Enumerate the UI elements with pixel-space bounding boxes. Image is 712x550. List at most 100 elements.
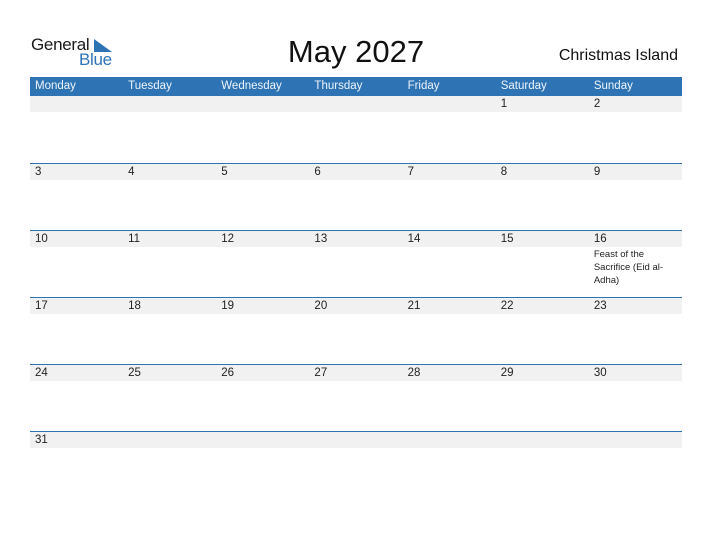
day-cell: 8 xyxy=(496,164,589,230)
day-cell: 17 xyxy=(30,298,123,364)
day-number: 13 xyxy=(314,233,328,245)
day-number: 2 xyxy=(593,98,601,110)
day-number: 21 xyxy=(407,300,421,312)
day-cell: 10 xyxy=(30,231,123,297)
day-number: 9 xyxy=(593,166,601,178)
day-cell: 16 Feast of the Sacrifice (Eid al-Adha) xyxy=(589,231,682,297)
day-number xyxy=(128,96,216,112)
month-calendar: Monday Tuesday Wednesday Thursday Friday… xyxy=(30,77,682,448)
day-cell: 29 xyxy=(496,365,589,431)
day-cell: 30 xyxy=(589,365,682,431)
day-number: 18 xyxy=(128,300,141,312)
week-row: 17 18 19 20 21 22 23 xyxy=(30,297,682,364)
day-number: 25 xyxy=(128,367,141,379)
day-cell: 11 xyxy=(123,231,216,297)
day-cell: 6 xyxy=(309,164,402,230)
day-cell: 2 xyxy=(589,96,682,163)
day-cell: 27 xyxy=(309,365,402,431)
day-cell: 31 xyxy=(30,432,123,447)
weekday-thursday: Thursday xyxy=(314,80,363,92)
day-cell: 23 xyxy=(589,298,682,364)
weekday-tuesday: Tuesday xyxy=(128,80,172,92)
day-cell: 3 xyxy=(30,164,123,230)
week-cells: 24 25 26 27 28 29 30 xyxy=(30,365,682,431)
day-number: 20 xyxy=(314,300,328,312)
day-number: 31 xyxy=(35,434,48,446)
week-row: 3 4 5 6 7 8 9 xyxy=(30,163,682,230)
day-number: 23 xyxy=(593,300,607,312)
day-cell: 9 xyxy=(589,164,682,230)
day-cell: 21 xyxy=(403,298,496,364)
day-cell: 18 xyxy=(123,298,216,364)
day-cell: 14 xyxy=(403,231,496,297)
day-number: 1 xyxy=(500,98,508,110)
empty-day-cell xyxy=(309,432,402,447)
day-number: 7 xyxy=(407,166,414,178)
day-number: 24 xyxy=(35,367,48,379)
week-row: 24 25 26 27 28 29 30 xyxy=(30,364,682,431)
empty-day-cell xyxy=(589,432,682,447)
day-number: 29 xyxy=(500,367,514,379)
day-number: 19 xyxy=(221,300,235,312)
day-number xyxy=(314,432,402,448)
day-cell: 5 xyxy=(216,164,309,230)
day-number xyxy=(408,432,496,448)
day-number: 15 xyxy=(500,233,514,245)
empty-day-cell xyxy=(403,432,496,447)
day-number xyxy=(408,96,496,112)
day-number: 6 xyxy=(314,166,321,178)
empty-day-cell xyxy=(123,432,216,447)
empty-day-cell xyxy=(216,96,309,163)
day-number xyxy=(314,96,402,112)
day-number: 3 xyxy=(35,166,42,178)
weekday-friday: Friday xyxy=(407,80,440,92)
day-number: 11 xyxy=(128,233,141,245)
day-number: 17 xyxy=(35,300,48,312)
empty-day-cell xyxy=(403,96,496,163)
empty-day-cell xyxy=(496,432,589,447)
week-row: 12 xyxy=(30,96,682,163)
day-cell: 12 xyxy=(216,231,309,297)
empty-day-cell xyxy=(216,432,309,447)
week-cells: 12 xyxy=(30,96,682,163)
day-number xyxy=(35,96,123,112)
holiday-event: Feast of the Sacrifice (Eid al-Adha) xyxy=(593,249,664,286)
region-label: Christmas Island xyxy=(558,47,678,64)
week-rows: 1 2 3 4 5 6 7 8 9 10 11 12 13 14 15 16 Feast of the Sacr… xyxy=(30,96,682,448)
day-cell: 28 xyxy=(403,365,496,431)
day-number: 10 xyxy=(35,233,48,245)
day-number: 22 xyxy=(500,300,514,312)
week-cells: 3 4 5 6 7 8 9 xyxy=(30,164,682,230)
day-cell: 13 xyxy=(309,231,402,297)
day-number: 16 xyxy=(593,233,607,245)
week-cells: 10 11 12 13 14 15 16 Feast of the Sacrifice (Ei… xyxy=(30,231,682,297)
day-cell: 25 xyxy=(123,365,216,431)
week-cells: 31 xyxy=(30,432,682,447)
weekday-header: Monday Tuesday Wednesday Thursday Friday… xyxy=(30,77,682,96)
empty-day-cell xyxy=(309,96,402,163)
week-row: 31 xyxy=(30,431,682,448)
day-number: 8 xyxy=(500,166,508,178)
day-cell: 15 xyxy=(496,231,589,297)
week-row: 10 11 12 13 14 15 16 Feast of the Sacrifice (Ei… xyxy=(30,230,682,297)
day-number: 30 xyxy=(593,367,607,379)
day-cell: 19 xyxy=(216,298,309,364)
day-cell: 24 xyxy=(30,365,123,431)
weekday-sunday: Sunday xyxy=(593,80,633,92)
day-cell: 26 xyxy=(216,365,309,431)
day-number: 14 xyxy=(407,233,421,245)
day-number xyxy=(501,432,589,448)
empty-day-cell xyxy=(30,96,123,163)
weekday-wednesday: Wednesday xyxy=(221,80,282,92)
day-number xyxy=(594,432,682,448)
day-cell: 4 xyxy=(123,164,216,230)
day-number: 28 xyxy=(407,367,421,379)
day-number: 4 xyxy=(128,166,135,178)
day-number: 26 xyxy=(221,367,235,379)
day-cell: 20 xyxy=(309,298,402,364)
day-cell: 22 xyxy=(496,298,589,364)
day-number: 5 xyxy=(221,166,228,178)
weekday-saturday: Saturday xyxy=(500,80,547,92)
day-cell: 1 xyxy=(496,96,589,163)
week-cells: 17 18 19 20 21 22 23 xyxy=(30,298,682,364)
